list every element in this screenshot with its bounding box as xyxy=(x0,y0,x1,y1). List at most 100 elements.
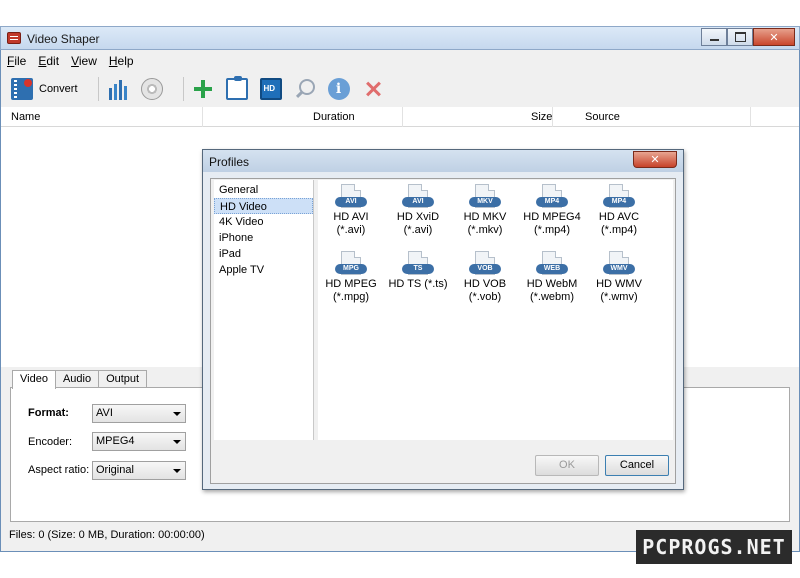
profile-name: HD MPEG4 xyxy=(523,211,581,223)
profile-item[interactable]: AVI HD XviD (*.avi) xyxy=(385,184,451,237)
profile-extension: (*.avi) xyxy=(336,224,366,236)
dialog-title: Profiles xyxy=(209,155,250,169)
format-value: AVI xyxy=(96,407,113,419)
disc-button[interactable] xyxy=(140,74,163,104)
file-icon: MPG xyxy=(335,251,367,275)
disc-icon xyxy=(140,78,163,100)
profile-name: HD AVI xyxy=(333,211,369,223)
format-badge: VOB xyxy=(469,264,501,274)
file-list-header: Name Duration Size Source xyxy=(1,107,799,127)
profile-item[interactable]: VOB HD VOB (*.vob) xyxy=(452,251,518,304)
tab-audio[interactable]: Audio xyxy=(54,370,100,388)
plus-icon xyxy=(192,78,214,100)
category-general[interactable]: General xyxy=(214,182,313,198)
dialog-title-bar[interactable]: Profiles ✕ xyxy=(203,150,683,172)
column-name[interactable]: Name xyxy=(1,107,203,127)
window-title: Video Shaper xyxy=(27,32,100,46)
file-icon: AVI xyxy=(402,184,434,208)
tab-video[interactable]: Video xyxy=(12,370,56,389)
profile-name: HD TS (*.ts) xyxy=(388,278,448,290)
category-hd-video[interactable]: HD Video xyxy=(214,198,313,214)
search-button[interactable] xyxy=(294,74,316,104)
delete-icon xyxy=(362,78,384,100)
menu-file[interactable]: File xyxy=(7,54,26,68)
menu-help[interactable]: Help xyxy=(109,54,134,68)
category-apple-tv[interactable]: Apple TV xyxy=(214,262,313,278)
tab-output[interactable]: Output xyxy=(98,370,148,388)
cancel-button[interactable]: Cancel xyxy=(605,455,669,476)
title-bar[interactable]: Video Shaper ✕ xyxy=(0,26,800,50)
chevron-down-icon xyxy=(173,440,181,444)
profile-item[interactable]: WEB HD WebM (*.webm) xyxy=(519,251,585,304)
convert-button[interactable]: Convert xyxy=(11,74,78,104)
paste-button[interactable] xyxy=(225,74,248,104)
profile-extension: (*.wmv) xyxy=(600,291,638,303)
aspect-ratio-select[interactable]: Original xyxy=(92,461,186,480)
profile-name: HD VOB xyxy=(463,278,507,290)
encoder-select[interactable]: MPEG4 xyxy=(92,432,186,451)
format-label: Format: xyxy=(28,407,69,419)
format-badge: AVI xyxy=(335,197,367,207)
format-badge: MP4 xyxy=(603,197,635,207)
category-4k-video[interactable]: 4K Video xyxy=(214,214,313,230)
toolbar: Convert i xyxy=(1,71,799,107)
profile-grid: AVI HD AVI (*.avi) AVI HD XviD (*.avi) M… xyxy=(318,180,673,440)
chevron-down-icon xyxy=(173,469,181,473)
file-icon: VOB xyxy=(469,251,501,275)
profile-name: HD WMV xyxy=(596,278,642,290)
column-duration[interactable]: Duration xyxy=(203,107,403,127)
convert-label: Convert xyxy=(39,83,78,95)
hd-profile-button[interactable] xyxy=(259,74,282,104)
format-badge: MPG xyxy=(335,264,367,274)
maximize-button[interactable] xyxy=(727,28,753,46)
minimize-button[interactable] xyxy=(701,28,727,46)
aspect-ratio-label: Aspect ratio: xyxy=(28,464,90,476)
profile-item[interactable]: AVI HD AVI (*.avi) xyxy=(318,184,384,237)
profile-name: HD WebM xyxy=(526,278,578,290)
add-files-button[interactable] xyxy=(192,74,214,104)
category-iphone[interactable]: iPhone xyxy=(214,230,313,246)
remove-button[interactable] xyxy=(362,74,384,104)
profile-item[interactable]: WMV HD WMV (*.wmv) xyxy=(586,251,652,304)
profile-extension: (*.vob) xyxy=(468,291,502,303)
menu-edit[interactable]: Edit xyxy=(38,54,59,68)
profile-item[interactable]: MKV HD MKV (*.mkv) xyxy=(452,184,518,237)
profile-extension: (*.mp4) xyxy=(533,224,571,236)
toolbar-separator xyxy=(97,77,99,101)
profile-item[interactable]: MP4 HD MPEG4 (*.mp4) xyxy=(519,184,585,237)
profile-item[interactable]: MP4 HD AVC (*.mp4) xyxy=(586,184,652,237)
watermark-label: PCPROGS.NET xyxy=(636,530,792,564)
ok-button[interactable]: OK xyxy=(535,455,599,476)
file-icon: MP4 xyxy=(536,184,568,208)
file-icon: TS xyxy=(402,251,434,275)
format-select[interactable]: AVI xyxy=(92,404,186,423)
category-ipad[interactable]: iPad xyxy=(214,246,313,262)
column-size[interactable]: Size xyxy=(403,107,553,127)
profile-extension: (*.mkv) xyxy=(467,224,503,236)
close-button[interactable]: ✕ xyxy=(753,28,795,46)
file-icon: WMV xyxy=(603,251,635,275)
bar-chart-icon xyxy=(106,78,129,100)
menu-view[interactable]: View xyxy=(71,54,97,68)
format-badge: AVI xyxy=(402,197,434,207)
dialog-body: General HD Video 4K Video iPhone iPad Ap… xyxy=(210,178,676,484)
profile-name: HD AVC xyxy=(598,211,640,223)
profile-item[interactable]: TS HD TS (*.ts) xyxy=(385,251,451,291)
dialog-close-button[interactable]: ✕ xyxy=(633,151,677,168)
profile-name: HD MPEG xyxy=(325,278,377,290)
profile-item[interactable]: MPG HD MPEG (*.mpg) xyxy=(318,251,384,304)
statistics-button[interactable] xyxy=(106,74,129,104)
format-badge: WMV xyxy=(603,264,635,274)
encoder-label: Encoder: xyxy=(28,436,73,448)
file-icon: AVI xyxy=(335,184,367,208)
file-icon: WEB xyxy=(536,251,568,275)
info-button[interactable]: i xyxy=(327,74,350,104)
toolbar-separator xyxy=(182,77,184,101)
clipboard-icon xyxy=(225,76,248,100)
profile-extension: (*.webm) xyxy=(529,291,574,303)
film-convert-icon xyxy=(11,78,33,100)
file-icon: MKV xyxy=(469,184,501,208)
column-source[interactable]: Source xyxy=(553,107,751,127)
profile-extension: (*.avi) xyxy=(403,224,433,236)
chevron-down-icon xyxy=(173,412,181,416)
